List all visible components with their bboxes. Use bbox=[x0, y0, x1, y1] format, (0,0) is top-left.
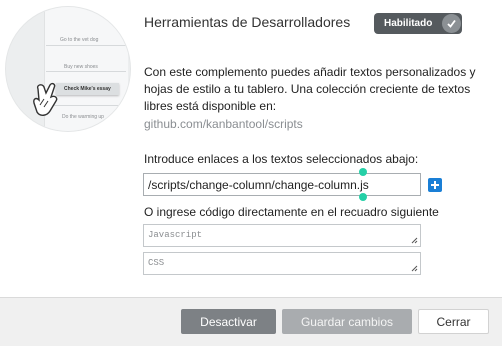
resize-grip-icon[interactable] bbox=[411, 237, 418, 244]
toggle-label: Habilitado bbox=[384, 18, 433, 29]
dialog-footer: Desactivar Guardar cambios Cerrar bbox=[0, 297, 502, 346]
code-label: O ingrese código directamente en el recu… bbox=[144, 205, 439, 219]
page-title: Herramientas de Desarrolladores bbox=[144, 14, 351, 30]
save-changes-button[interactable]: Guardar cambios bbox=[282, 309, 412, 334]
checkmark-icon bbox=[442, 14, 461, 33]
script-url-input[interactable] bbox=[143, 173, 421, 196]
scripts-repo-link[interactable]: github.com/kanbantool/scripts bbox=[144, 117, 303, 131]
resize-grip-icon[interactable] bbox=[411, 265, 418, 272]
selection-handle-bottom[interactable] bbox=[359, 193, 367, 201]
illustration-task: Buy new shoes bbox=[64, 64, 98, 70]
illustration-task: Go to the vet dog bbox=[60, 37, 99, 43]
selection-handle-top[interactable] bbox=[359, 168, 367, 176]
add-script-button[interactable] bbox=[428, 178, 442, 192]
javascript-textarea[interactable]: Javascript bbox=[143, 224, 421, 247]
plus-icon bbox=[431, 181, 439, 189]
illustration-task: Do the warming up bbox=[62, 114, 104, 120]
javascript-placeholder: Javascript bbox=[148, 230, 203, 240]
css-placeholder: CSS bbox=[148, 258, 165, 268]
addon-description: Con este complemento puedes añadir texto… bbox=[144, 65, 476, 113]
script-links-label: Introduce enlaces a los textos seleccion… bbox=[144, 152, 419, 166]
addon-illustration: Go to the vet dog Buy new shoes Check Mi… bbox=[6, 7, 130, 131]
illustration-task-highlighted: Check Mike's essay bbox=[56, 83, 119, 95]
grab-hand-icon bbox=[33, 82, 58, 116]
dialog-body: Go to the vet dog Buy new shoes Check Mi… bbox=[0, 0, 502, 297]
enabled-toggle[interactable]: Habilitado bbox=[374, 13, 462, 34]
deactivate-button[interactable]: Desactivar bbox=[181, 309, 276, 334]
css-textarea[interactable]: CSS bbox=[143, 252, 421, 275]
close-button[interactable]: Cerrar bbox=[418, 309, 489, 334]
